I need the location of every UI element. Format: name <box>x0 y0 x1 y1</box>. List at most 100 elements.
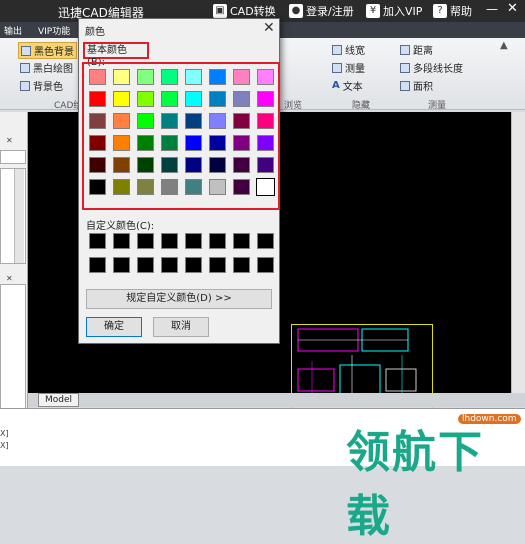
black-white-button[interactable]: 黑白绘图 <box>20 60 73 75</box>
color-swatch[interactable] <box>89 135 106 151</box>
area-button[interactable]: 面积 <box>400 78 433 93</box>
color-swatch[interactable] <box>89 91 106 107</box>
color-swatch[interactable] <box>161 69 178 85</box>
background-color-button[interactable]: 背景色 <box>20 78 63 93</box>
color-swatch[interactable] <box>233 91 250 107</box>
color-swatch[interactable] <box>185 113 202 129</box>
custom-color-swatch[interactable] <box>113 233 130 249</box>
color-swatch[interactable] <box>113 69 130 85</box>
color-swatch[interactable] <box>113 135 130 151</box>
menu-output[interactable]: 输出 <box>4 24 22 37</box>
custom-color-swatch[interactable] <box>257 257 274 273</box>
color-swatch[interactable] <box>257 157 274 173</box>
color-swatch[interactable] <box>161 179 178 195</box>
panel-scrollbar[interactable] <box>14 169 24 263</box>
help-button[interactable]: ? 帮助 <box>433 3 472 19</box>
group-hide-label: 隐藏 <box>352 101 371 111</box>
color-swatch[interactable] <box>209 91 226 107</box>
custom-color-swatch[interactable] <box>113 257 130 273</box>
color-swatch[interactable] <box>209 113 226 129</box>
color-swatch[interactable] <box>113 157 130 173</box>
color-swatch[interactable] <box>257 91 274 107</box>
color-swatch[interactable] <box>161 157 178 173</box>
color-swatch[interactable] <box>89 113 106 129</box>
define-custom-colors-button[interactable]: 规定自定义颜色(D) >> <box>86 289 272 309</box>
black-background-button[interactable]: 黑色背景 <box>18 42 77 59</box>
join-vip-button[interactable]: ¥ 加入VIP <box>366 3 422 19</box>
measure-button[interactable]: 测量 <box>332 60 365 75</box>
color-swatch[interactable] <box>256 178 275 196</box>
color-swatch[interactable] <box>233 179 250 195</box>
color-swatch[interactable] <box>185 135 202 151</box>
ribbon-collapse-icon[interactable]: ▲ <box>500 40 508 51</box>
menu-vip[interactable]: VIP功能 <box>38 24 70 37</box>
cad-convert-button[interactable]: ▣ CAD转换 <box>213 3 276 19</box>
color-swatch[interactable] <box>137 135 154 151</box>
color-swatch[interactable] <box>209 179 226 195</box>
color-swatch[interactable] <box>185 91 202 107</box>
color-swatch[interactable] <box>137 157 154 173</box>
minimize-button[interactable]: — <box>486 2 500 16</box>
color-swatch[interactable] <box>161 91 178 107</box>
text-button[interactable]: A 文本 <box>332 78 363 93</box>
line-width-button[interactable]: 线宽 <box>332 42 365 57</box>
color-swatch[interactable] <box>137 91 154 107</box>
custom-color-swatch[interactable] <box>137 233 154 249</box>
color-swatch[interactable] <box>233 113 250 129</box>
group-browse-label: 浏览 <box>284 101 303 111</box>
color-swatch[interactable] <box>209 69 226 85</box>
color-swatch[interactable] <box>113 179 130 195</box>
text-label: 文本 <box>342 82 363 93</box>
canvas-vertical-scrollbar[interactable] <box>511 112 525 404</box>
custom-color-swatch[interactable] <box>161 257 178 273</box>
custom-color-swatch[interactable] <box>233 233 250 249</box>
model-tab[interactable]: Model <box>38 393 80 407</box>
distance-label: 距离 <box>413 46 433 57</box>
distance-icon <box>400 44 410 55</box>
color-swatch[interactable] <box>89 69 106 85</box>
color-swatch[interactable] <box>113 91 130 107</box>
color-swatch[interactable] <box>233 69 250 85</box>
panel-close-icon[interactable]: ✕ <box>6 136 13 145</box>
color-swatch[interactable] <box>185 179 202 195</box>
dialog-close-button[interactable]: ✕ <box>263 20 275 36</box>
polyline-length-button[interactable]: 多段线长度 <box>400 60 463 75</box>
color-swatch[interactable] <box>233 157 250 173</box>
color-swatch[interactable] <box>209 157 226 173</box>
custom-color-swatch[interactable] <box>257 233 274 249</box>
panel-close-icon-2[interactable]: ✕ <box>6 274 13 283</box>
custom-color-swatch[interactable] <box>185 233 202 249</box>
color-swatch[interactable] <box>209 135 226 151</box>
bg-color-label: 背景色 <box>33 82 63 93</box>
ok-button[interactable]: 确定 <box>86 317 142 337</box>
color-swatch[interactable] <box>233 135 250 151</box>
color-swatch[interactable] <box>137 179 154 195</box>
close-window-button[interactable]: ✕ <box>507 1 518 16</box>
yen-icon: ¥ <box>366 4 380 18</box>
color-swatch[interactable] <box>89 157 106 173</box>
cancel-button[interactable]: 取消 <box>153 317 209 337</box>
custom-color-swatch[interactable] <box>89 233 106 249</box>
color-swatch[interactable] <box>137 113 154 129</box>
custom-color-swatch[interactable] <box>209 233 226 249</box>
custom-color-swatch[interactable] <box>89 257 106 273</box>
color-swatch[interactable] <box>137 69 154 85</box>
color-swatch[interactable] <box>113 113 130 129</box>
color-swatch[interactable] <box>185 69 202 85</box>
distance-button[interactable]: 距离 <box>400 42 433 57</box>
basic-colors-grid <box>82 62 280 210</box>
color-swatch[interactable] <box>257 135 274 151</box>
color-swatch[interactable] <box>257 69 274 85</box>
color-swatch[interactable] <box>161 135 178 151</box>
custom-color-swatch[interactable] <box>137 257 154 273</box>
custom-color-swatch[interactable] <box>161 233 178 249</box>
login-button[interactable]: ● 登录/注册 <box>289 3 354 19</box>
color-swatch[interactable] <box>257 113 274 129</box>
custom-color-swatch[interactable] <box>185 257 202 273</box>
custom-color-swatch[interactable] <box>233 257 250 273</box>
panel-dropdown[interactable] <box>0 150 26 164</box>
color-swatch[interactable] <box>89 179 106 195</box>
custom-color-swatch[interactable] <box>209 257 226 273</box>
color-swatch[interactable] <box>185 157 202 173</box>
color-swatch[interactable] <box>161 113 178 129</box>
